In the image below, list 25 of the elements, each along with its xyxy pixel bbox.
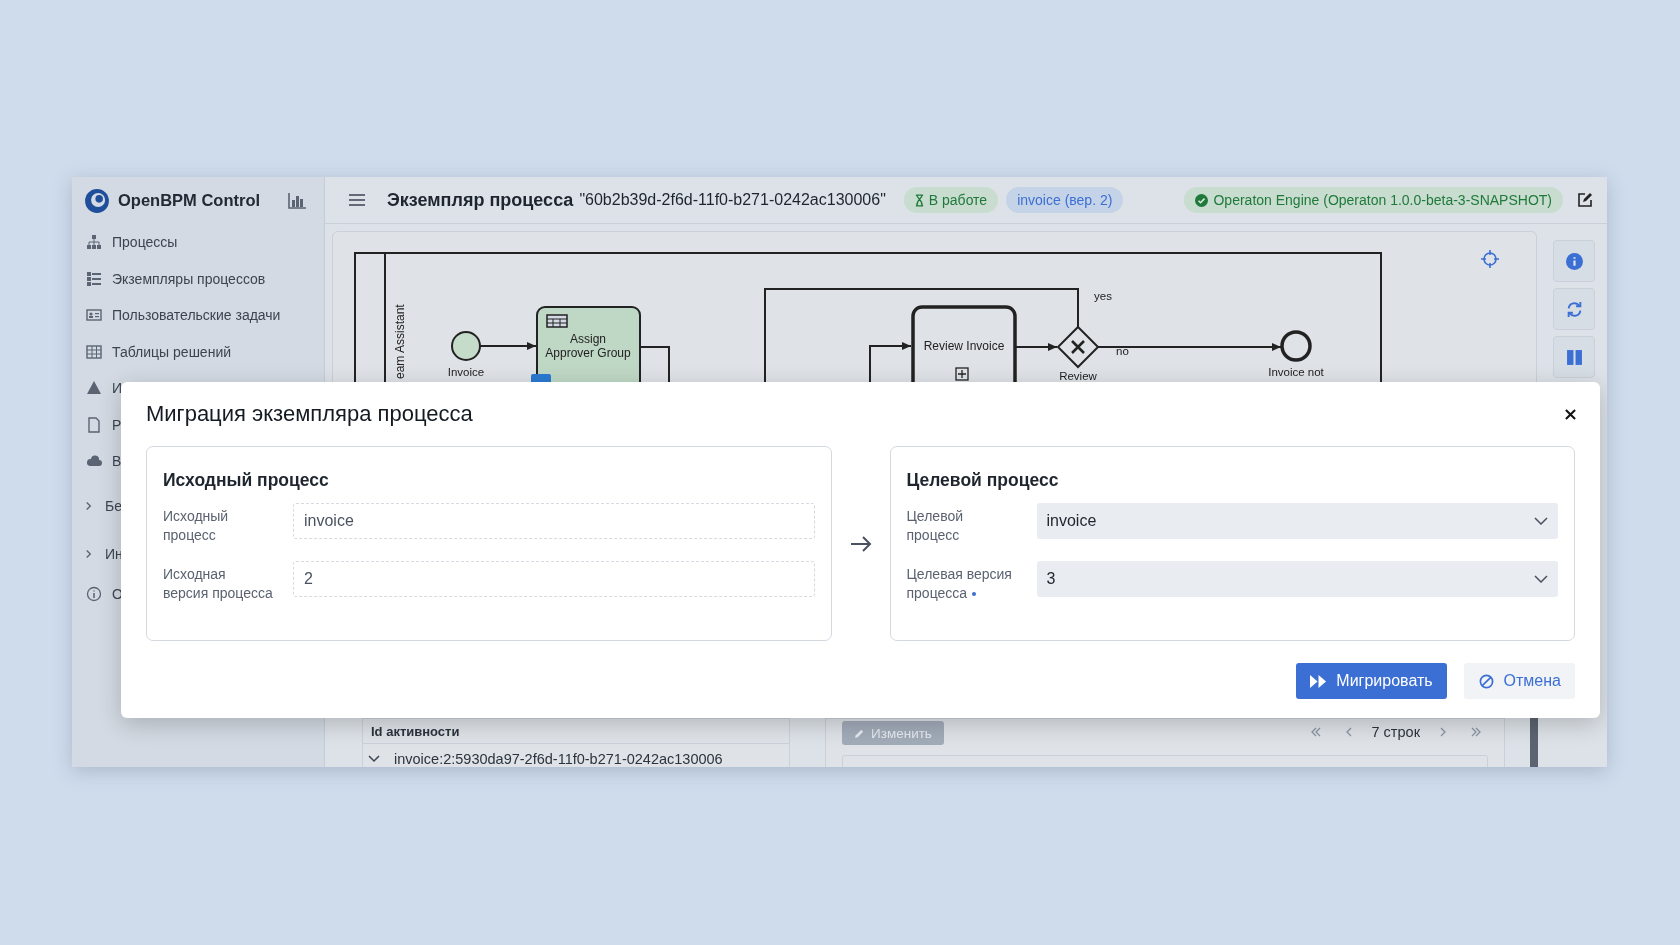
task-label: Assign <box>570 332 606 346</box>
event-label: Invoice <box>447 366 485 378</box>
event-label: Invoice not <box>1268 366 1324 378</box>
flow-label: yes <box>1094 290 1112 302</box>
status-badge: В работе <box>903 187 999 213</box>
field-label: Исходный процесс <box>163 507 230 545</box>
field-label: Целевая версия процесса <box>906 565 1013 603</box>
lane-label: eam Assistant <box>393 304 407 379</box>
row-count: 7 строк <box>1371 724 1420 740</box>
instance-id: "60b2b39d-2f6d-11f0-b271-0242ac130006" <box>579 191 886 209</box>
table-cell: invoice:2:5930da97-2f6d-11f0-b271-0242ac130006 <box>394 751 723 767</box>
gateway-label: Review <box>1059 370 1097 382</box>
task-label: Approver Group <box>545 346 631 360</box>
field-label: Целевой процесс <box>906 507 965 545</box>
column-header: Id активности <box>363 719 789 744</box>
version-badge: invoice (вер. 2) <box>1006 187 1124 213</box>
page-title: Экземпляр процесса <box>387 189 574 211</box>
flow-label: no <box>1116 345 1129 357</box>
engine-badge: Operaton Engine (Operaton 1.0.0-beta-3-SNAPSHOT) <box>1184 187 1563 213</box>
app-name: OpenBPM Control <box>118 191 261 210</box>
subprocess-label: Review Invoice <box>923 339 1005 353</box>
panel-heading: Исходный процесс <box>163 468 330 492</box>
dialog-title: Миграция экземпляра процесса <box>146 401 473 427</box>
panel-heading: Целевой процесс <box>906 468 1060 492</box>
field-label: Исходная версия процесса <box>163 565 274 603</box>
